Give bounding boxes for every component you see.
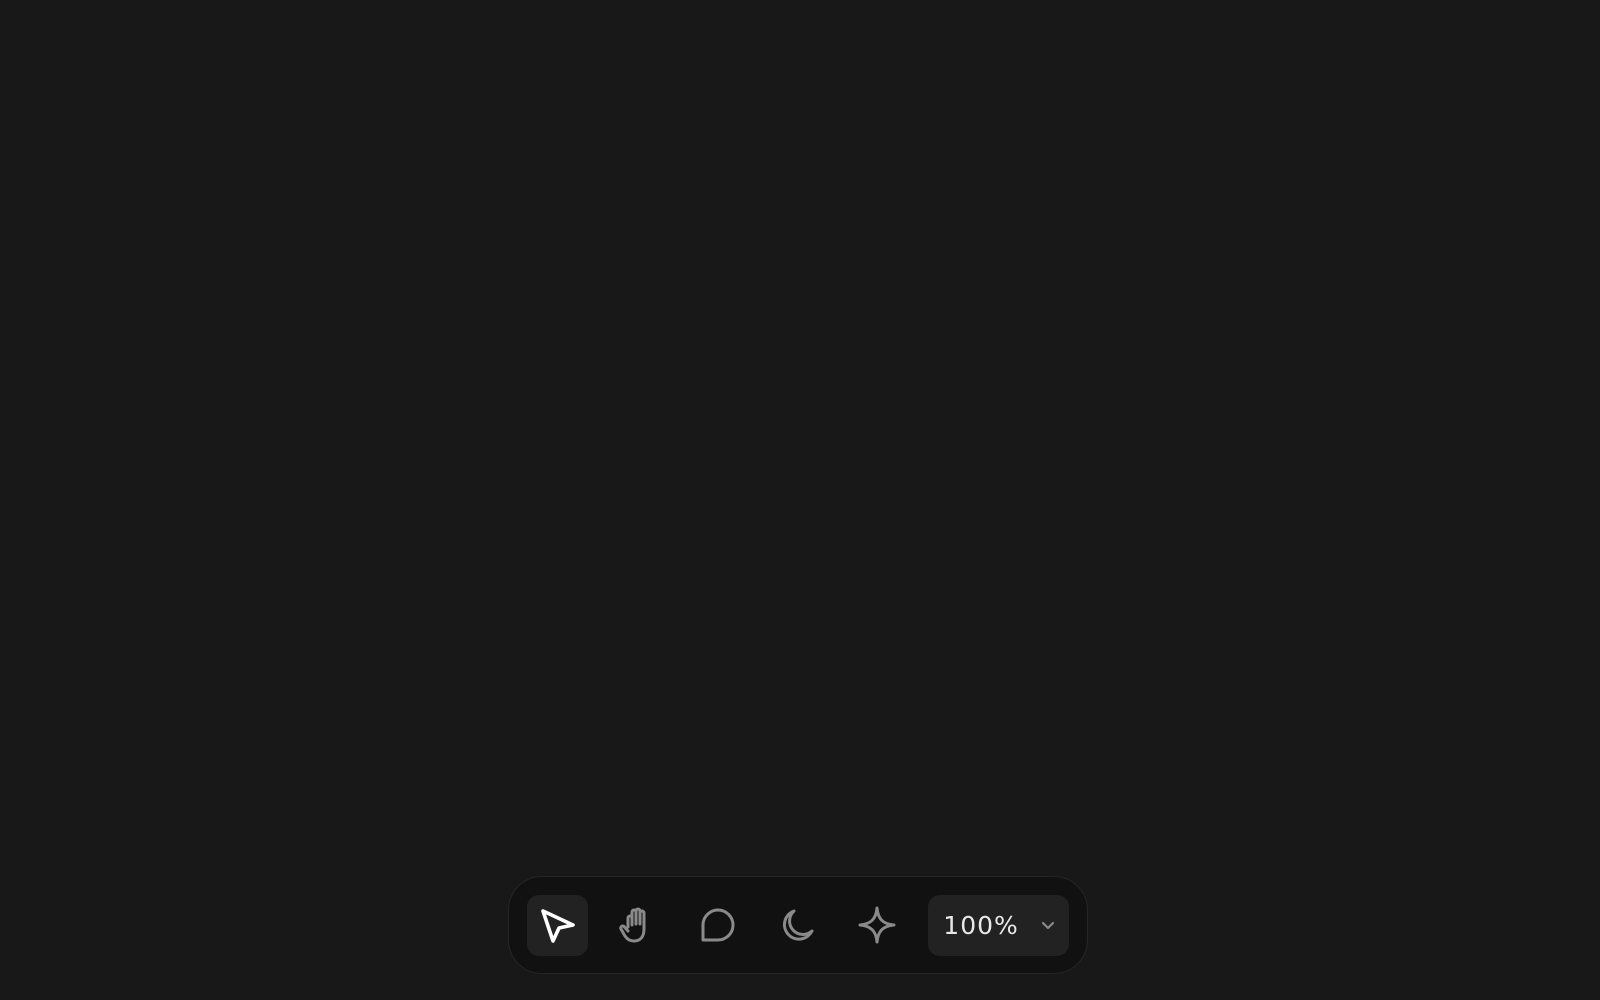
moon-icon — [783, 909, 814, 941]
canvas[interactable] — [0, 0, 1600, 1000]
zoom-level: 100% — [943, 910, 1019, 940]
sparkle-icon — [858, 906, 896, 944]
chevron-down-icon — [1039, 916, 1057, 934]
select-tool-button[interactable] — [527, 894, 588, 956]
theme-toggle-button[interactable] — [767, 895, 828, 956]
cursor-arrow-icon — [541, 909, 576, 943]
bottom-toolbar: 100% — [508, 876, 1088, 974]
hand-tool-button[interactable] — [607, 895, 668, 956]
zoom-dropdown[interactable]: 100% — [928, 894, 1070, 956]
comment-tool-button[interactable] — [687, 895, 748, 956]
comment-bubble-icon — [701, 908, 735, 942]
hand-icon — [619, 907, 646, 943]
ai-tool-button[interactable] — [846, 895, 907, 956]
